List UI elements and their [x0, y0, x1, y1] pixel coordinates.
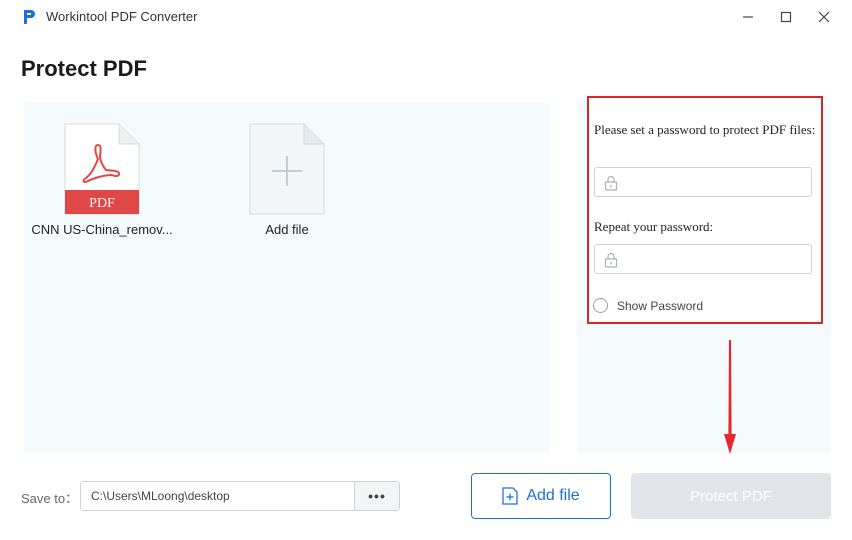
add-file-tile[interactable]: Add file	[207, 123, 367, 237]
add-file-label: Add file	[265, 222, 309, 237]
minimize-icon[interactable]	[737, 6, 759, 28]
add-file-button-label: Add file	[526, 487, 580, 504]
save-path-input[interactable]	[81, 482, 354, 510]
save-path-field[interactable]: •••	[80, 481, 400, 511]
browse-button[interactable]: •••	[354, 482, 399, 510]
password-settings-box: Please set a password to protect PDF fil…	[587, 96, 823, 324]
svg-text:PDF: PDF	[89, 196, 115, 211]
lock-icon	[604, 252, 618, 268]
file-item-pdf[interactable]: PDF CNN US-China_remov...	[24, 123, 180, 237]
add-file-icon	[249, 123, 325, 215]
red-arrow-annotation	[724, 340, 736, 454]
close-icon[interactable]	[813, 6, 835, 28]
show-password-label: Show Password	[617, 298, 704, 313]
password-input[interactable]	[625, 171, 805, 193]
repeat-password-label: Repeat your password:	[594, 219, 714, 234]
maximize-icon[interactable]	[775, 6, 797, 28]
add-file-icon	[502, 487, 518, 505]
add-file-button[interactable]: Add file	[471, 473, 611, 519]
repeat-password-field[interactable]	[594, 244, 812, 274]
password-field[interactable]	[594, 167, 812, 197]
page-title: Protect PDF	[21, 56, 147, 81]
repeat-password-input[interactable]	[625, 248, 805, 270]
show-password-toggle[interactable]: Show Password	[593, 298, 703, 313]
pdf-file-icon: PDF	[64, 123, 140, 215]
save-to-label: Save to：	[21, 491, 79, 506]
lock-icon	[604, 175, 618, 191]
app-logo-icon	[24, 10, 35, 24]
password-label: Please set a password to protect PDF fil…	[594, 122, 816, 137]
protect-pdf-button[interactable]: Protect PDF	[631, 473, 831, 519]
file-name-label: CNN US-China_remov...	[31, 222, 173, 237]
app-title: Workintool PDF Converter	[46, 9, 198, 24]
file-list-area: PDF CNN US-China_remov... Add file	[24, 103, 550, 453]
title-bar: Workintool PDF Converter	[0, 0, 852, 34]
show-password-radio[interactable]	[593, 298, 608, 313]
